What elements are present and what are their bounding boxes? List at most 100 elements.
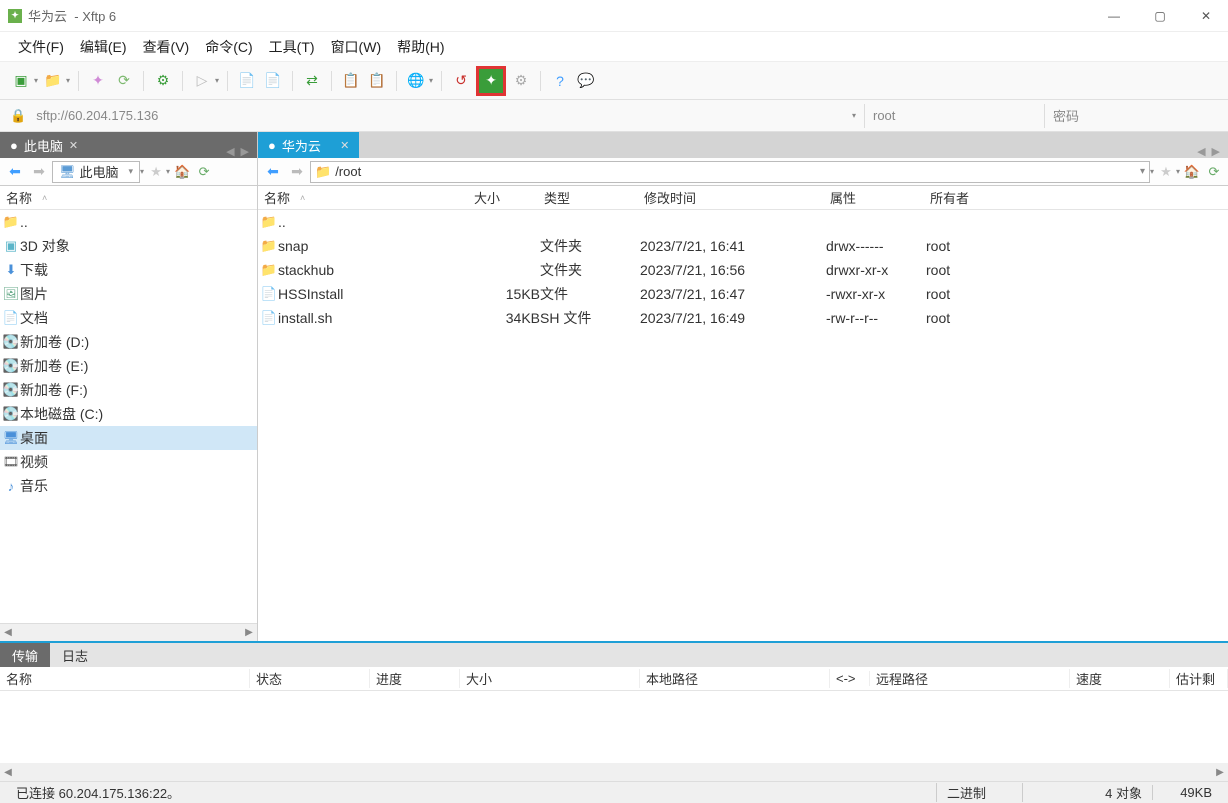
menu-edit[interactable]: 编辑(E)	[76, 35, 131, 59]
item-mtime: 2023/7/21, 16:56	[640, 262, 826, 278]
list-item[interactable]: ⬇下载	[0, 258, 257, 282]
forward-button[interactable]: ➡	[286, 161, 308, 183]
menu-cmd[interactable]: 命令(C)	[201, 35, 256, 59]
reload-icon[interactable]: ⟳	[1204, 164, 1224, 180]
tab-log[interactable]: 日志	[50, 643, 100, 667]
col-status[interactable]: 状态	[250, 669, 370, 688]
password-input[interactable]: 密码	[1044, 104, 1224, 128]
tab-next-icon[interactable]: ▶	[1212, 145, 1220, 158]
tab-local[interactable]: ● 此电脑✕	[0, 132, 88, 158]
play-icon[interactable]: ▷	[191, 70, 213, 92]
list-item[interactable]: 🖥桌面	[0, 426, 257, 450]
doc1-icon[interactable]: 📄	[236, 70, 258, 92]
col-type[interactable]: 类型	[538, 186, 638, 209]
menu-file[interactable]: 文件(F)	[14, 35, 68, 59]
menu-window[interactable]: 窗口(W)	[327, 35, 386, 59]
sessions-icon[interactable]: ✦	[87, 70, 109, 92]
close-icon[interactable]: ✕	[340, 139, 349, 152]
tab-prev-icon[interactable]: ◀	[1197, 145, 1205, 158]
star-icon[interactable]: ★	[146, 164, 166, 180]
lock-icon: 🔒	[10, 108, 26, 124]
col-name[interactable]: 名称˄	[0, 186, 257, 209]
forward-button[interactable]: ➡	[28, 161, 50, 183]
copy1-icon[interactable]: 📋	[340, 70, 362, 92]
disk-icon: 💽	[2, 358, 20, 374]
reload-icon[interactable]: ⟳	[194, 164, 214, 180]
address-input[interactable]: sftp://60.204.175.136	[32, 108, 854, 123]
remote-header: 名称˄ 大小 类型 修改时间 属性 所有者	[258, 186, 1228, 210]
back-button[interactable]: ⬅	[262, 161, 284, 183]
home-icon[interactable]: 🏠	[172, 164, 192, 180]
huawei-launch-icon[interactable]: ✦	[476, 66, 506, 96]
list-item[interactable]: 💽新加卷 (D:)	[0, 330, 257, 354]
tab-remote[interactable]: ● 华为云 ✕	[258, 132, 359, 158]
maximize-button[interactable]: ▢	[1146, 9, 1174, 23]
menu-view[interactable]: 查看(V)	[139, 35, 194, 59]
xshell-icon[interactable]: ↺	[450, 70, 472, 92]
local-scrollbar[interactable]: ◀▶	[0, 623, 257, 641]
list-item[interactable]: 💽新加卷 (E:)	[0, 354, 257, 378]
remote-file-list[interactable]: 📁..📁snap文件夹2023/7/21, 16:41drwx------roo…	[258, 210, 1228, 641]
remote-path-input[interactable]: 📁 /root ▾	[310, 161, 1150, 183]
star-icon[interactable]: ★	[1156, 164, 1176, 180]
col-progress[interactable]: 进度	[370, 669, 460, 688]
folder-icon: 📁	[260, 214, 278, 230]
local-file-list[interactable]: 📁..▣3D 对象⬇下载🖼图片📄文档💽新加卷 (D:)💽新加卷 (E:)💽新加卷…	[0, 210, 257, 623]
local-pane: ● 此电脑✕ ◀▶ ⬅ ➡ 🖥此电脑▾ ▾ ★▾ 🏠 ⟳ 名称˄ 📁..▣3D …	[0, 132, 258, 641]
vid-icon: 🎞	[2, 454, 20, 470]
back-button[interactable]: ⬅	[4, 161, 26, 183]
local-path-select[interactable]: 🖥此电脑▾	[52, 161, 140, 183]
tab-next-icon[interactable]: ▶	[241, 145, 249, 158]
col-attr[interactable]: 属性	[824, 186, 924, 209]
props-icon[interactable]: ⚙	[152, 70, 174, 92]
list-item[interactable]: ♪音乐	[0, 474, 257, 498]
item-attr: -rw-r--r--	[826, 310, 926, 326]
list-item[interactable]: 📁snap文件夹2023/7/21, 16:41drwx------root	[258, 234, 1228, 258]
list-item[interactable]: 📁..	[258, 210, 1228, 234]
minimize-button[interactable]: —	[1100, 9, 1128, 23]
col-mtime[interactable]: 修改时间	[638, 186, 824, 209]
list-item[interactable]: 📁..	[0, 210, 257, 234]
open-folder-icon[interactable]: 📁	[42, 70, 64, 92]
bottom-scrollbar[interactable]: ◀▶	[0, 763, 1228, 781]
close-button[interactable]: ✕	[1192, 9, 1220, 23]
list-item[interactable]: 💽新加卷 (F:)	[0, 378, 257, 402]
home-icon[interactable]: 🏠	[1182, 164, 1202, 180]
sync-arrows-icon[interactable]: ⇄	[301, 70, 323, 92]
tab-prev-icon[interactable]: ◀	[226, 145, 234, 158]
list-item[interactable]: 📁stackhub文件夹2023/7/21, 16:56drwxr-xr-xro…	[258, 258, 1228, 282]
refresh-icon[interactable]: ⟳	[113, 70, 135, 92]
col-size[interactable]: 大小	[468, 186, 538, 209]
list-item[interactable]: 🖼图片	[0, 282, 257, 306]
chat-icon[interactable]: 💬	[575, 70, 597, 92]
help-icon[interactable]: ?	[549, 70, 571, 92]
new-session-icon[interactable]: ▣	[10, 70, 32, 92]
item-name: 文档	[20, 308, 255, 328]
col-speed[interactable]: 速度	[1070, 669, 1170, 688]
menu-help[interactable]: 帮助(H)	[393, 35, 448, 59]
col-remotepath[interactable]: 远程路径	[870, 669, 1070, 688]
doc2-icon[interactable]: 📄	[262, 70, 284, 92]
col-size[interactable]: 大小	[460, 669, 640, 688]
col-eta[interactable]: 估计剩	[1170, 669, 1228, 688]
gear-icon[interactable]: ⚙	[510, 70, 532, 92]
list-item[interactable]: 📄文档	[0, 306, 257, 330]
col-owner[interactable]: 所有者	[924, 186, 1024, 209]
col-name[interactable]: 名称	[0, 669, 250, 688]
col-name[interactable]: 名称˄	[258, 186, 468, 209]
transfer-list[interactable]	[0, 691, 1228, 763]
list-item[interactable]: 💽本地磁盘 (C:)	[0, 402, 257, 426]
list-item[interactable]: 🎞视频	[0, 450, 257, 474]
copy2-icon[interactable]: 📋	[366, 70, 388, 92]
list-item[interactable]: 📄HSSInstall15KB文件2023/7/21, 16:47-rwxr-x…	[258, 282, 1228, 306]
col-arrow[interactable]: <->	[830, 671, 870, 686]
menu-tools[interactable]: 工具(T)	[265, 35, 319, 59]
list-item[interactable]: ▣3D 对象	[0, 234, 257, 258]
tab-transfer[interactable]: 传输	[0, 643, 50, 667]
username-input[interactable]: root	[864, 104, 1044, 128]
list-item[interactable]: 📄install.sh34KBSH 文件2023/7/21, 16:49-rw-…	[258, 306, 1228, 330]
globe-icon[interactable]: 🌐	[405, 70, 427, 92]
col-localpath[interactable]: 本地路径	[640, 669, 830, 688]
close-icon[interactable]: ✕	[69, 139, 78, 152]
local-tabbar: ● 此电脑✕ ◀ ▶	[0, 132, 257, 158]
